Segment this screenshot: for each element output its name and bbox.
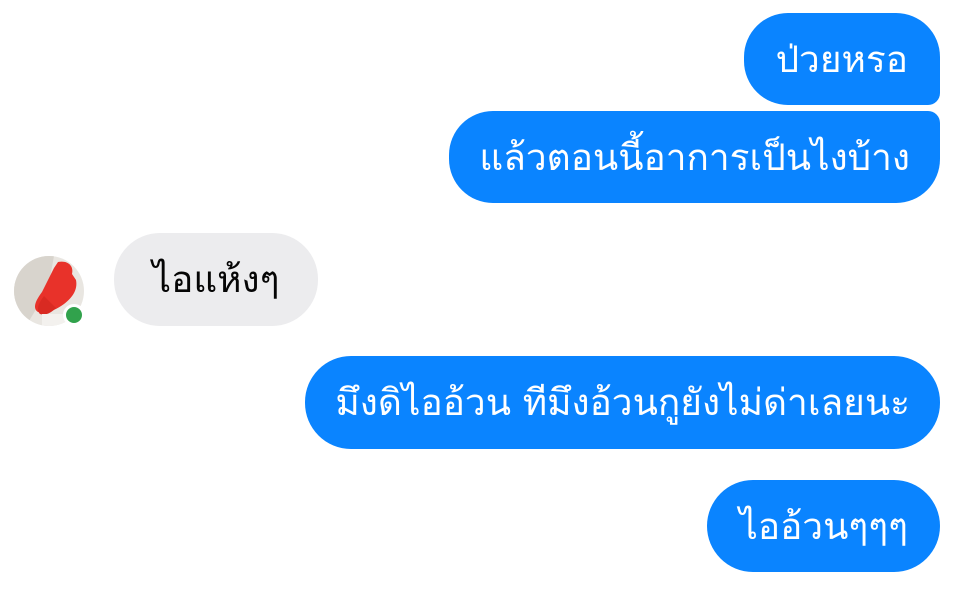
outgoing-message-bubble[interactable]: ไออ้วนๆๆๆ (707, 480, 940, 572)
online-status-indicator (63, 304, 85, 326)
message-text: ป่วยหรอ (775, 37, 908, 81)
message-text: มึงดิไออ้วน ทีมึงอ้วนกูยังไม่ด่าเลยนะ (335, 381, 910, 424)
message-text: ไอแห้งๆ (152, 258, 280, 301)
outgoing-message-bubble[interactable]: แล้วตอนนี้อาการเป็นไงบ้าง (449, 111, 940, 203)
message-text: ไออ้วนๆๆๆ (739, 504, 908, 548)
outgoing-message-bubble[interactable]: มึงดิไออ้วน ทีมึงอ้วนกูยังไม่ด่าเลยนะ (305, 356, 940, 449)
message-text: แล้วตอนนี้อาการเป็นไงบ้าง (479, 135, 910, 179)
outgoing-message-bubble[interactable]: ป่วยหรอ (743, 13, 940, 105)
contact-avatar[interactable] (14, 256, 85, 326)
incoming-message-bubble[interactable]: ไอแห้งๆ (114, 233, 318, 326)
